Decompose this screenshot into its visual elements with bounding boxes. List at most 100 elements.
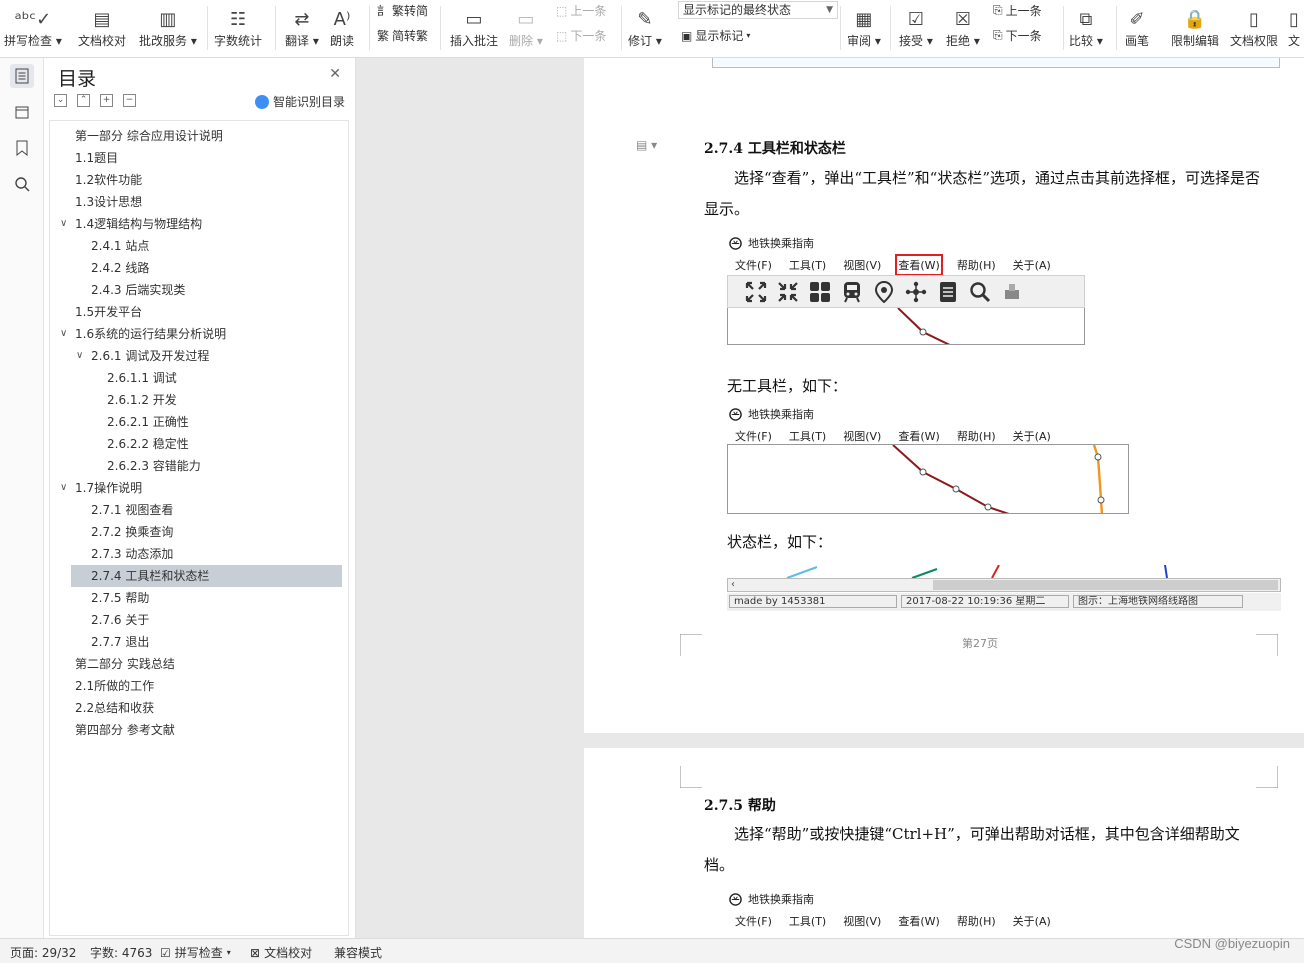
- toc-item[interactable]: 1.2软件功能: [50, 169, 348, 191]
- word-count-button[interactable]: ☷ 字数统计: [214, 0, 262, 58]
- page-indicator[interactable]: 页面: 29/32: [10, 944, 76, 961]
- toc-item[interactable]: 第二部分 实践总结: [50, 653, 348, 675]
- toc-list: 第一部分 综合应用设计说明 1.1题目 1.2软件功能 1.3设计思想 ∨ 1.4逻辑结构…: [49, 120, 349, 936]
- toc-item[interactable]: 第四部分 参考文献: [50, 719, 348, 741]
- next-change-button[interactable]: ⎘ 下一条: [993, 27, 1042, 44]
- app-menu-bar: 文件(F) 工具(T) 视图(V) 查看(W) 帮助(H) 关于(A): [735, 254, 1068, 276]
- menu-about: 关于(A): [1012, 915, 1051, 928]
- toc-item[interactable]: 2.7.6 关于: [50, 609, 348, 631]
- toc-item[interactable]: 2.1所做的工作: [50, 675, 348, 697]
- toc-item-label: 1.6系统的运行结果分析说明: [75, 327, 227, 341]
- chevron-down-icon[interactable]: ∨: [60, 213, 67, 235]
- toc-item[interactable]: 2.6.2.2 稳定性: [50, 433, 348, 455]
- menu-file: 文件(F): [735, 915, 772, 928]
- search-icon[interactable]: [10, 172, 34, 196]
- abc-spellcheck-button[interactable]: ᵃᵇᶜ✓ 拼写检查 ▾: [4, 0, 62, 58]
- word-count[interactable]: 字数: 4763: [90, 944, 152, 961]
- toc-item[interactable]: 1.1题目: [50, 147, 348, 169]
- toc-item[interactable]: 2.7.2 换乘查询: [50, 521, 348, 543]
- toc-item[interactable]: 2.7.7 退出: [50, 631, 348, 653]
- horizontal-scrollbar[interactable]: ‹: [727, 578, 1281, 592]
- toc-item[interactable]: 2.6.1.2 开发: [50, 389, 348, 411]
- app-title: 地铁换乘指南: [729, 891, 814, 907]
- add-heading-icon[interactable]: +: [100, 94, 113, 107]
- simp-to-trad-button[interactable]: 繁简转繁: [377, 27, 428, 44]
- scroll-left-icon[interactable]: ‹: [731, 579, 735, 590]
- read-aloud-button[interactable]: A⁾ 朗读: [330, 0, 354, 58]
- chevron-down-icon[interactable]: ∨: [76, 345, 83, 367]
- toc-panel-icon[interactable]: [10, 64, 34, 88]
- proof-icon: ⊠: [250, 945, 261, 960]
- toc-item[interactable]: 第一部分 综合应用设计说明: [50, 125, 348, 147]
- toc-item[interactable]: 2.2总结和收获: [50, 697, 348, 719]
- toc-item-label: 2.6.2.1 正确性: [107, 415, 189, 429]
- toc-item[interactable]: 2.4.1 站点: [50, 235, 348, 257]
- track-changes-button[interactable]: ✎ 修订 ▾: [628, 0, 662, 58]
- doc-permission-button[interactable]: ▯ 文档权限: [1230, 0, 1278, 58]
- next-comment-button[interactable]: ⬚ 下一条: [556, 27, 606, 44]
- chevron-down-icon[interactable]: ∨: [60, 477, 67, 499]
- chevron-down-icon[interactable]: ∨: [60, 323, 67, 345]
- insert-comment-button[interactable]: ▭ 插入批注: [450, 0, 498, 58]
- smart-toc-button[interactable]: 智能识别目录: [254, 93, 345, 110]
- close-icon[interactable]: ✕: [329, 66, 341, 82]
- status-field-datetime: 2017-08-22 10:19:36 星期二: [901, 595, 1069, 608]
- toc-item[interactable]: 2.7.3 动态添加: [50, 543, 348, 565]
- toc-item[interactable]: 2.7.5 帮助: [50, 587, 348, 609]
- ribbon-separator: [621, 6, 622, 50]
- reject-button[interactable]: ☒ 拒绝 ▾: [946, 0, 980, 58]
- markup-display-select[interactable]: 显示标记的最终状态 ▼: [678, 1, 838, 19]
- spell-check-status[interactable]: ☑ 拼写检查 ▾: [160, 944, 231, 961]
- ribbon-button-label: 删除 ▾: [509, 34, 543, 48]
- watermark: CSDN @biyezuopin: [1174, 936, 1290, 951]
- translate-button[interactable]: ⇄ 翻译 ▾: [285, 0, 319, 58]
- menu-file: 文件(F): [735, 430, 772, 443]
- review-button[interactable]: ▦ 审阅 ▾: [847, 0, 881, 58]
- toc-item[interactable]: 2.7.1 视图查看: [50, 499, 348, 521]
- toc-item[interactable]: ∨ 1.7操作说明: [50, 477, 348, 499]
- toc-item[interactable]: 2.6.1.1 调试: [50, 367, 348, 389]
- toc-item-label: 2.6.1.1 调试: [107, 371, 177, 385]
- ribbon-separator: [1116, 6, 1117, 50]
- paragraph: 选择“查看”，弹出“工具栏”和“状态栏”选项，通过点击其前选择框，可选择是否显示…: [704, 169, 1261, 218]
- toc-item[interactable]: 2.6.2.3 容错能力: [50, 455, 348, 477]
- chapter-nav-icon[interactable]: [10, 100, 34, 124]
- restrict-edit-button[interactable]: 🔒 限制编辑: [1171, 0, 1219, 58]
- toc-item[interactable]: 2.4.3 后端实现类: [50, 279, 348, 301]
- remove-heading-icon[interactable]: −: [123, 94, 136, 107]
- trad-to-simp-button[interactable]: 訁繁转简: [377, 2, 428, 19]
- read-aloud-icon: A⁾: [333, 9, 351, 30]
- toc-item[interactable]: 2.4.2 线路: [50, 257, 348, 279]
- prev-figure-fragment: [712, 58, 1280, 68]
- prev-change-button[interactable]: ⎘ 上一条: [993, 2, 1042, 19]
- document-proof-button[interactable]: ▤ 文档校对: [78, 0, 126, 58]
- accept-button[interactable]: ☑ 接受 ▾: [899, 0, 933, 58]
- expand-all-icon[interactable]: ⌄: [54, 94, 67, 107]
- toc-item[interactable]: ∨ 2.6.1 调试及开发过程: [50, 345, 348, 367]
- compare-button[interactable]: ⧉ 比较 ▾: [1069, 0, 1103, 58]
- toc-item-label: 第四部分 参考文献: [75, 723, 175, 737]
- network-icon: [904, 280, 928, 304]
- collapse-all-icon[interactable]: ⌃: [77, 94, 90, 107]
- correction-service-button[interactable]: ▥ 批改服务 ▾: [139, 0, 197, 58]
- toc-item[interactable]: 1.5开发平台: [50, 301, 348, 323]
- toc-item[interactable]: ∨ 1.4逻辑结构与物理结构: [50, 213, 348, 235]
- prev-comment-button[interactable]: ⬚ 上一条: [556, 2, 606, 19]
- pen-button[interactable]: ✐ 画笔: [1125, 0, 1149, 58]
- ribbon-separator: [840, 6, 841, 50]
- prev-change-icon: ⎘: [993, 3, 1003, 17]
- paragraph-menu-icon[interactable]: ▤ ▾: [636, 138, 657, 152]
- proofread-status[interactable]: ⊠ 文档校对: [250, 944, 312, 961]
- toc-item[interactable]: ∨ 1.6系统的运行结果分析说明: [50, 323, 348, 345]
- doc-button[interactable]: ▯ 文: [1288, 0, 1300, 58]
- toc-item[interactable]: 2.6.2.1 正确性: [50, 411, 348, 433]
- ribbon-button-label: 插入批注: [450, 34, 499, 48]
- bookmark-icon[interactable]: [10, 136, 34, 160]
- toc-item[interactable]: 2.7.4 工具栏和状态栏: [71, 565, 342, 587]
- scrollbar-thumb[interactable]: [933, 580, 1278, 590]
- show-markup-button[interactable]: ▣ 显示标记 ▾: [681, 27, 750, 44]
- toc-item-label: 2.7.7 退出: [91, 635, 150, 649]
- delete-comment-button[interactable]: ▭ 删除 ▾: [509, 0, 543, 58]
- toc-item[interactable]: 1.3设计思想: [50, 191, 348, 213]
- menu-about: 关于(A): [1012, 259, 1051, 272]
